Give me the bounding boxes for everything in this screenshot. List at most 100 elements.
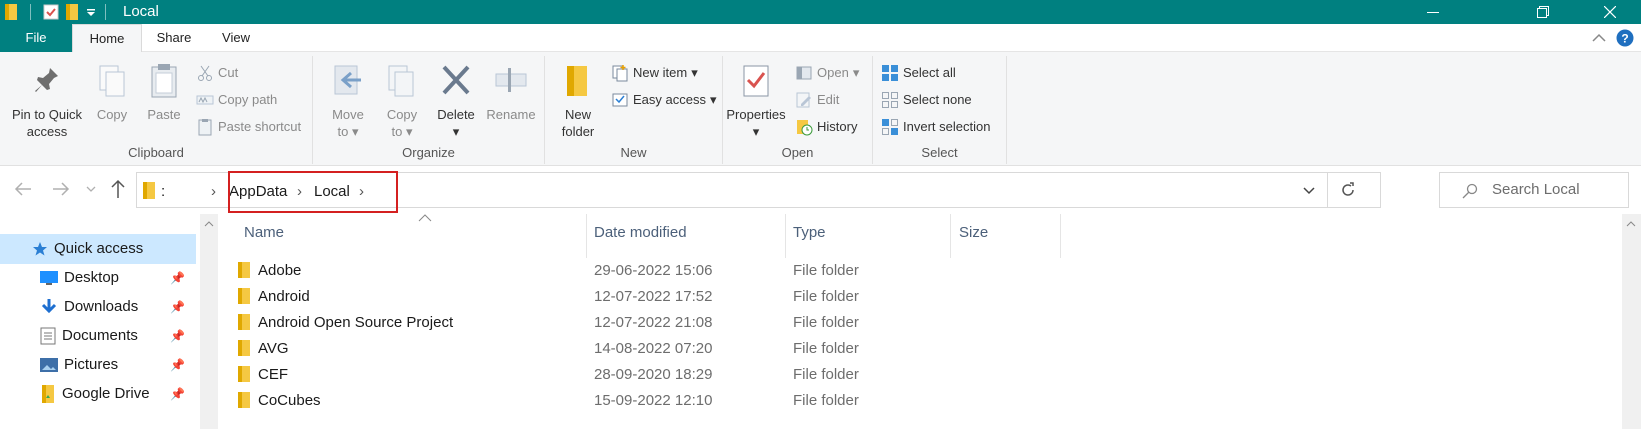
nav-desktop[interactable]: Desktop 📌 [0,263,196,293]
customize-dropdown-icon[interactable] [85,6,97,18]
nav-documents[interactable]: Documents 📌 [0,321,196,351]
open-group-label: Open [781,145,814,160]
recent-locations-icon[interactable] [86,185,96,193]
folder-icon [5,4,17,20]
tab-home[interactable]: Home [72,24,142,53]
table-row[interactable]: CoCubes 15-09-2022 12:10 File folder [232,388,1622,414]
crumb-root[interactable]: : [161,183,165,200]
open-button[interactable]: Open ▾ [795,62,859,84]
nav-label: Desktop [64,269,120,286]
separator [105,4,106,20]
open-icon [796,66,812,80]
close-button[interactable] [1590,0,1630,24]
select-all-button[interactable]: Select all [881,62,956,84]
forward-arrow-icon[interactable] [52,181,70,197]
scroll-up-icon[interactable] [1626,220,1636,228]
column-divider[interactable] [950,214,951,258]
pin-icon[interactable]: 📌 [170,350,185,380]
new-folder-label-1: New [564,107,591,122]
nav-quick-access[interactable]: Quick access [0,234,196,264]
title-bar: Local [0,0,1641,24]
breadcrumb-highlight-box [228,171,398,213]
collapse-ribbon-icon[interactable] [1590,29,1608,47]
tab-share[interactable]: Share [142,24,206,52]
new-folder-qa-icon[interactable] [65,3,79,21]
rename-label: Rename [486,107,536,122]
table-row[interactable]: Android 12-07-2022 17:52 File folder [232,284,1622,310]
pin-icon[interactable]: 📌 [170,321,185,351]
select-none-button[interactable]: Select none [881,89,972,111]
nav-downloads[interactable]: Downloads 📌 [0,292,196,322]
invert-selection-button[interactable]: Invert selection [881,116,990,138]
column-header-date[interactable]: Date modified [594,224,687,256]
open-group: Properties ▾ Open ▾ Edit History Open [723,56,873,164]
file-name: Android Open Source Project [258,314,454,331]
tab-view[interactable]: View [206,24,266,52]
copy-path-button[interactable]: Copy path [196,89,277,111]
column-header-size[interactable]: Size [959,224,988,256]
help-icon[interactable]: ? [1616,29,1634,47]
table-row[interactable]: Adobe 29-06-2022 15:06 File folder [232,258,1622,284]
crumb-chevron-icon[interactable]: › [211,183,216,200]
column-header-name[interactable]: Name [244,224,284,256]
column-header-type[interactable]: Type [793,224,826,256]
column-divider[interactable] [586,214,587,258]
properties-label: Properties [726,107,786,122]
open-dropdown-icon: ▾ [852,65,860,80]
address-dropdown-icon[interactable] [1303,187,1315,195]
properties-check-icon[interactable] [43,4,59,20]
pin-icon[interactable]: 📌 [170,292,185,322]
restore-button[interactable] [1525,0,1561,24]
search-input[interactable]: Search Local [1492,181,1580,198]
pin-icon [35,68,58,92]
scroll-up-icon[interactable] [204,220,214,228]
history-button[interactable]: History [795,116,857,138]
back-arrow-icon[interactable] [14,181,32,197]
table-row[interactable]: CEF 28-09-2020 18:29 File folder [232,362,1622,388]
new-item-button[interactable]: New item ▾ [611,62,698,84]
move-label-2: to ▾ [337,124,359,139]
folder-icon [238,288,250,304]
copy-button[interactable]: Copy [90,62,134,123]
nav-label: Google Drive [62,385,150,402]
address-folder-icon [143,182,155,199]
move-to-button[interactable]: Move to ▾ [323,62,373,140]
paste-shortcut-button[interactable]: Paste shortcut [196,116,301,138]
minimize-button[interactable] [1410,0,1456,24]
new-item-label: New item [633,65,688,80]
column-divider[interactable] [1060,214,1061,258]
properties-button[interactable]: Properties ▾ [725,62,787,140]
nav-scrollbar[interactable] [200,214,218,429]
file-name: AVG [258,340,289,357]
nav-label: Quick access [54,240,144,257]
column-divider[interactable] [785,214,786,258]
nav-pictures[interactable]: Pictures 📌 [0,350,196,380]
invert-selection-icon [882,119,898,135]
paste-button[interactable]: Paste [140,62,188,123]
up-arrow-icon[interactable] [110,179,126,199]
edit-button[interactable]: Edit [795,89,839,111]
search-box[interactable]: Search Local [1439,172,1629,208]
history-label: History [817,119,858,134]
easy-access-button[interactable]: Easy access ▾ [611,89,717,111]
tab-file[interactable]: File [0,24,72,52]
new-folder-button[interactable]: New folder [553,62,603,140]
file-name: Android [258,288,310,305]
file-type: File folder [793,392,859,409]
file-type: File folder [793,366,859,383]
refresh-icon[interactable] [1339,181,1357,199]
star-icon [33,242,47,256]
cut-button[interactable]: Cut [196,62,238,84]
select-none-icon [882,92,898,108]
pin-icon[interactable]: 📌 [170,379,185,409]
table-row[interactable]: AVG 14-08-2022 07:20 File folder [232,336,1622,362]
rename-button[interactable]: Rename [483,62,539,123]
table-row[interactable]: Android Open Source Project 12-07-2022 2… [232,310,1622,336]
copy-path-icon [196,95,214,105]
file-list-scrollbar[interactable] [1622,214,1641,429]
copy-to-button[interactable]: Copy to ▾ [377,62,427,140]
pin-icon[interactable]: 📌 [170,263,185,293]
nav-google-drive[interactable]: Google Drive 📌 [0,379,196,409]
delete-button[interactable]: Delete ▾ [431,62,481,140]
pin-quick-access-button[interactable]: Pin to Quick access [4,62,90,140]
